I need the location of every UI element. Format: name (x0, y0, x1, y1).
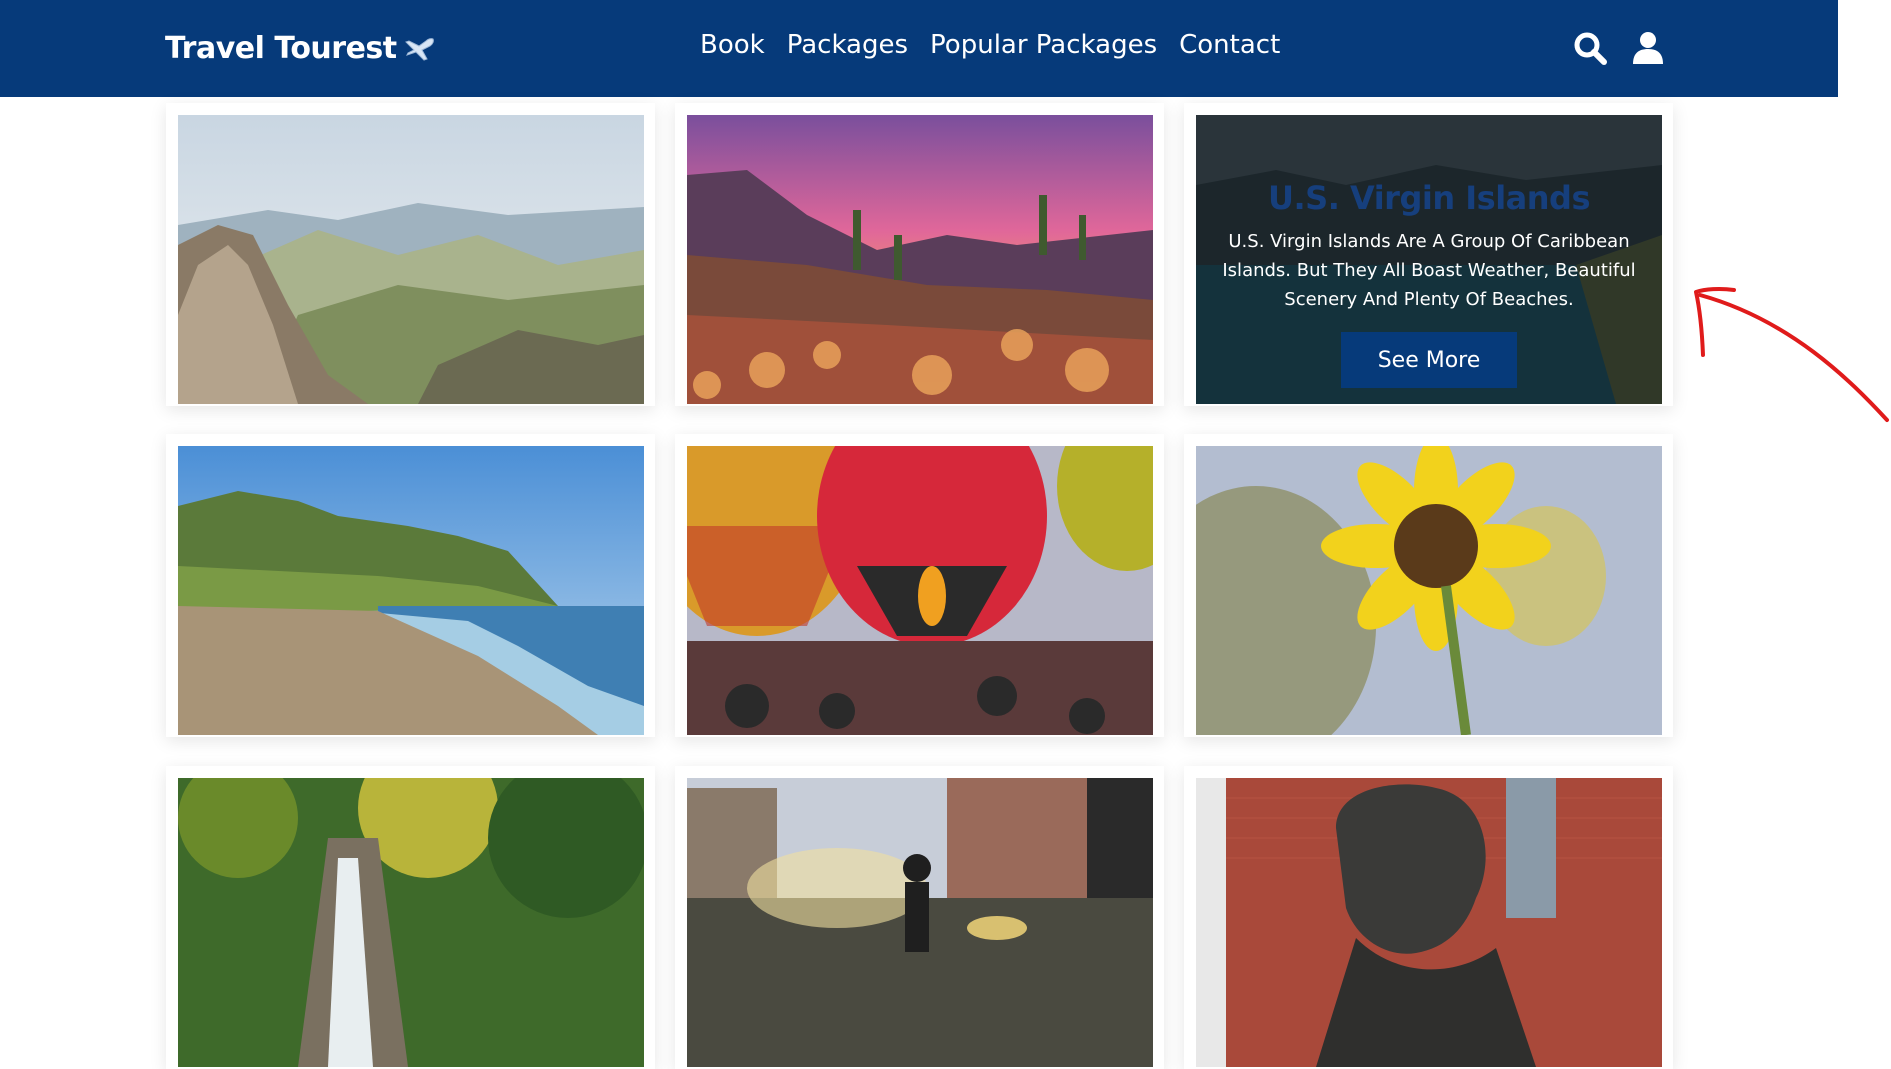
airplane-icon (404, 38, 434, 61)
package-card[interactable] (1184, 434, 1673, 737)
package-card[interactable] (675, 766, 1164, 1069)
package-card[interactable] (166, 766, 655, 1069)
brand-logo[interactable]: Travel Tourest (165, 28, 437, 68)
package-image-sunflower (1196, 446, 1662, 735)
package-card[interactable] (1184, 766, 1673, 1069)
nav-link-contact[interactable]: Contact (1179, 30, 1280, 60)
main-nav: Book Packages Popular Packages Contact (700, 30, 1302, 60)
package-description: U.S. Virgin Islands Are A Group Of Carib… (1222, 231, 1636, 310)
nav-link-popular-packages[interactable]: Popular Packages (930, 30, 1157, 60)
package-image-mountain-valley (178, 115, 644, 404)
package-card[interactable] (166, 434, 655, 737)
package-image-bronze-statue (1196, 778, 1662, 1067)
package-card[interactable] (166, 103, 655, 406)
package-image-tropical-beach (178, 446, 644, 735)
navbar: Travel Tourest Book Packages Popular Pac… (0, 0, 1838, 97)
package-image-virgin-islands: U.S. Virgin Islands U.S. Virgin Islands … (1196, 115, 1662, 404)
see-more-button[interactable]: See More (1341, 332, 1517, 388)
brand-name: Travel Tourest (165, 30, 397, 66)
package-card[interactable] (675, 103, 1164, 406)
package-card[interactable] (675, 434, 1164, 737)
nav-link-packages[interactable]: Packages (787, 30, 908, 60)
package-image-desert-sunset (687, 115, 1153, 404)
package-title: U.S. Virgin Islands (1268, 179, 1590, 217)
package-image-hot-air-balloons (687, 446, 1153, 735)
package-card[interactable]: U.S. Virgin Islands U.S. Virgin Islands … (1184, 103, 1673, 406)
package-image-forest-waterfall (178, 778, 644, 1067)
search-icon[interactable] (1572, 30, 1608, 66)
package-overlay: U.S. Virgin Islands U.S. Virgin Islands … (1196, 115, 1662, 404)
annotation-arrow-icon (1694, 286, 1889, 422)
nav-link-book[interactable]: Book (700, 30, 765, 60)
user-icon[interactable] (1630, 30, 1666, 66)
package-image-outdoor-concert (687, 778, 1153, 1067)
